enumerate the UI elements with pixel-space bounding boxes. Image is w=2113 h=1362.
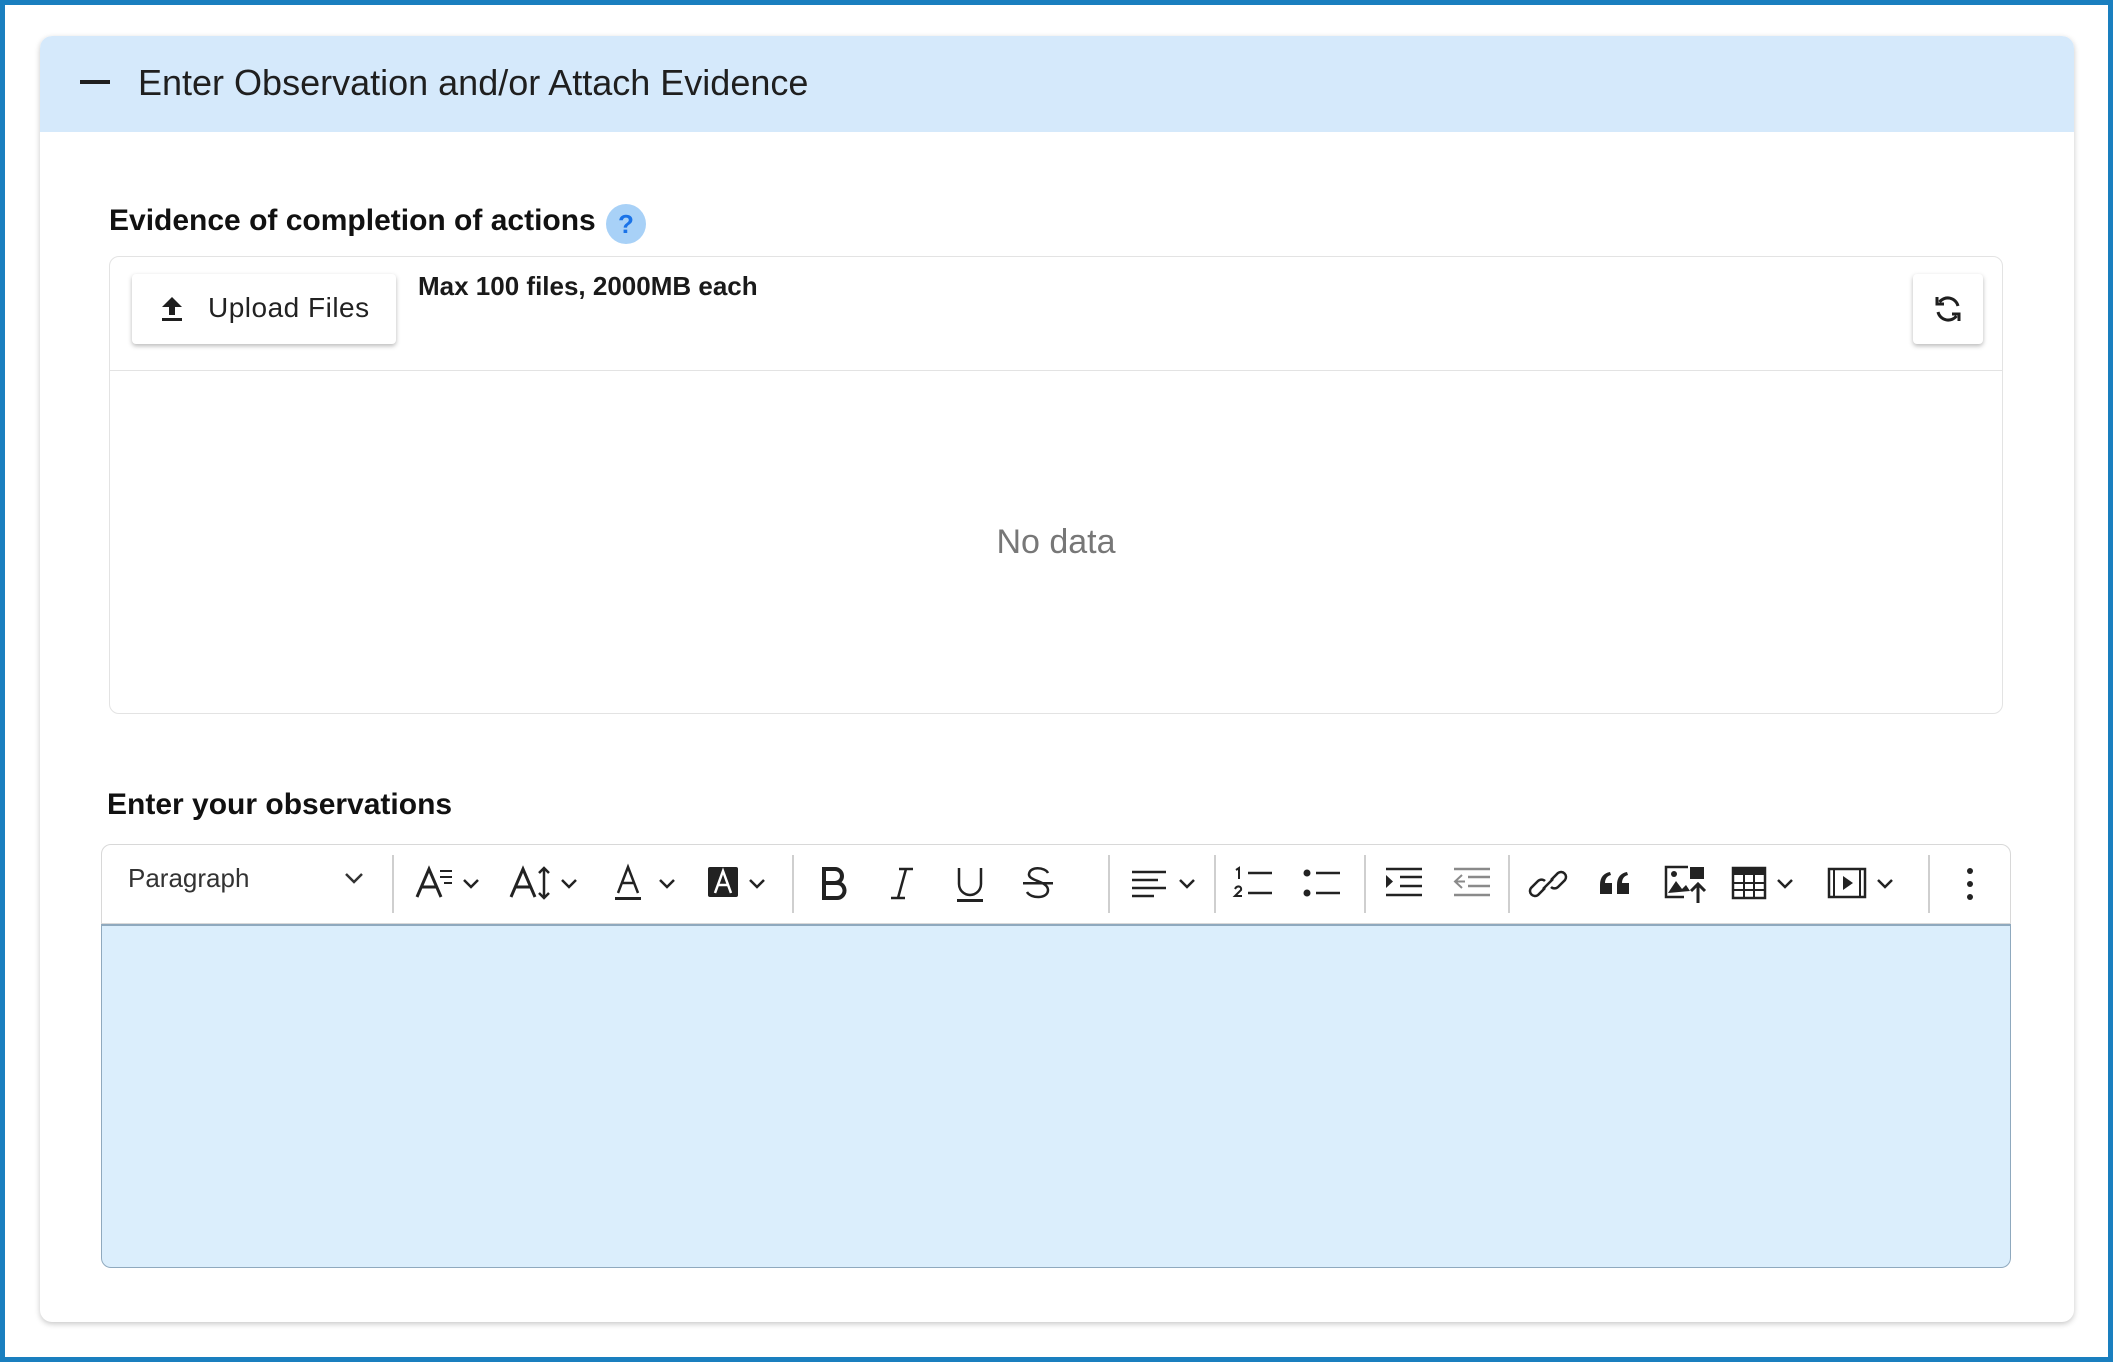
paragraph-style-select[interactable]: Paragraph	[128, 863, 249, 894]
underline-button[interactable]	[950, 859, 990, 909]
toolbar-divider	[1364, 855, 1366, 913]
link-button[interactable]	[1528, 859, 1568, 909]
upload-limit-text: Max 100 files, 2000MB each	[418, 271, 758, 301]
indent-icon	[1386, 867, 1422, 897]
panel-header[interactable]: Enter Observation and/or Attach Evidence	[40, 36, 2074, 132]
rich-text-toolbar: Paragraph	[101, 844, 2011, 924]
strikethrough-button[interactable]	[1018, 859, 1058, 909]
insert-table-button[interactable]	[1730, 859, 1806, 909]
font-family-button[interactable]	[414, 859, 486, 909]
align-icon	[1132, 870, 1195, 898]
align-button[interactable]	[1128, 859, 1204, 909]
minus-icon[interactable]	[80, 80, 110, 84]
strikethrough-icon	[1023, 867, 1053, 899]
observations-editor[interactable]	[101, 924, 2011, 1268]
toolbar-divider	[392, 855, 394, 913]
insert-image-button[interactable]	[1662, 859, 1708, 909]
empty-state-text: No data	[996, 523, 1116, 561]
help-icon[interactable]: ?	[606, 204, 646, 244]
observation-panel: Enter Observation and/or Attach Evidence…	[40, 36, 2074, 1322]
upload-files-button[interactable]: Upload Files	[132, 274, 396, 344]
font-size-button[interactable]	[508, 859, 584, 909]
blockquote-button[interactable]	[1596, 859, 1636, 909]
chevron-down-icon[interactable]	[344, 871, 364, 885]
insert-table-icon	[1731, 866, 1793, 900]
underline-icon	[957, 868, 983, 902]
panel-title: Enter Observation and/or Attach Evidence	[138, 62, 809, 103]
numbered-list-icon	[1232, 866, 1272, 897]
bold-icon	[822, 867, 847, 900]
outdent-icon	[1453, 867, 1490, 897]
insert-media-icon	[1827, 867, 1893, 899]
upload-files-label: Upload Files	[208, 292, 370, 323]
highlight-color-icon	[708, 867, 765, 897]
blockquote-icon	[1600, 872, 1629, 894]
bold-button[interactable]	[814, 859, 854, 909]
link-icon	[1528, 870, 1568, 898]
evidence-label: Evidence of completion of actions	[109, 204, 596, 237]
refresh-button[interactable]	[1913, 274, 1983, 344]
bulleted-list-icon	[1303, 869, 1340, 897]
more-options-button[interactable]	[1960, 859, 1980, 909]
font-color-button[interactable]	[612, 859, 684, 909]
observations-label: Enter your observations	[107, 788, 453, 821]
toolbar-divider	[1508, 855, 1510, 913]
upload-icon	[162, 297, 182, 321]
font-size-icon	[509, 865, 577, 900]
toolbar-divider	[1214, 855, 1216, 913]
italic-button[interactable]	[882, 859, 922, 909]
more-options-icon	[1967, 868, 1973, 900]
numbered-list-button[interactable]	[1232, 859, 1276, 909]
outdent-button[interactable]	[1450, 859, 1494, 909]
italic-icon	[891, 867, 913, 900]
file-upload-area: Upload Files Max 100 files, 2000MB each …	[109, 256, 2003, 714]
highlight-color-button[interactable]	[706, 859, 778, 909]
indent-button[interactable]	[1382, 859, 1426, 909]
insert-image-icon	[1664, 865, 1707, 903]
toolbar-divider	[1108, 855, 1110, 913]
toolbar-divider	[1928, 855, 1930, 913]
toolbar-divider	[792, 855, 794, 913]
font-family-icon	[415, 865, 479, 898]
font-color-icon	[615, 863, 675, 900]
upload-toolbar: Upload Files Max 100 files, 2000MB each	[110, 257, 2002, 371]
refresh-icon	[1935, 296, 1961, 322]
bulleted-list-button[interactable]	[1300, 859, 1344, 909]
insert-media-button[interactable]	[1826, 859, 1902, 909]
